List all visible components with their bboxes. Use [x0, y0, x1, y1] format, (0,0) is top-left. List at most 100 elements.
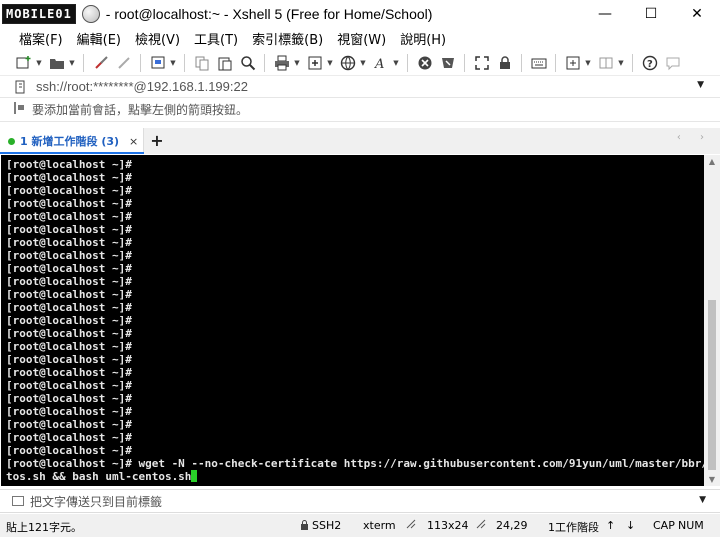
address-dropdown-icon[interactable]: ▼: [697, 80, 704, 90]
status-terminal-type: xterm: [363, 519, 396, 532]
help-icon[interactable]: ?: [641, 54, 658, 71]
font-dropdown-icon[interactable]: ▼: [392, 54, 400, 71]
toolbar-separator: [632, 53, 633, 72]
keyboard-icon[interactable]: [530, 54, 547, 71]
address-bar: ssh://root:********@192.168.1.199:22 ▼: [0, 76, 720, 98]
terminal-prompt-line: [root@localhost ~]#: [6, 262, 132, 275]
toolbar: ▼ ▼ ▼ ▼ ▼ ▼ A ▼ ▼ ▼ ?: [0, 50, 720, 76]
terminal-prompt-line: [root@localhost ~]#: [6, 327, 132, 340]
fullscreen-icon[interactable]: [473, 54, 490, 71]
open-folder-icon[interactable]: [48, 54, 65, 71]
download-arrow-icon: ↓: [626, 519, 636, 532]
transfer-dropdown-icon[interactable]: ▼: [326, 54, 334, 71]
connected-status-icon: [8, 137, 15, 145]
lock-screen-icon[interactable]: [496, 54, 513, 71]
session-hint-bar: 要添加當前會話，點擊左側的箭頭按鈕。: [0, 98, 720, 122]
logo-text: MOBILE01: [2, 4, 76, 24]
menu-tabs[interactable]: 索引標籤(B): [245, 29, 330, 48]
svg-text:?: ?: [647, 59, 653, 70]
terminal-prompt-line: [root@localhost ~]#: [6, 171, 132, 184]
terminal-prompt-line: [root@localhost ~]#: [6, 444, 132, 457]
properties-dropdown-icon[interactable]: ▼: [169, 54, 177, 71]
terminal-prompt-line: [root@localhost ~]#: [6, 236, 132, 249]
terminal-output[interactable]: [root@localhost ~]# [root@localhost ~]# [r…: [1, 155, 704, 486]
terminal-scrollbar[interactable]: ▲ ▼: [704, 155, 720, 486]
minimize-button[interactable]: —: [582, 0, 628, 28]
toolbar-separator: [83, 53, 84, 72]
scrollbar-thumb[interactable]: [708, 300, 716, 470]
find-icon[interactable]: [239, 54, 256, 71]
terminal-prompt-line: [root@localhost ~]#: [6, 405, 132, 418]
properties-icon[interactable]: [149, 54, 166, 71]
toolbar-separator: [407, 53, 408, 72]
print-icon[interactable]: [273, 54, 290, 71]
terminal-prompt-line: [root@localhost ~]#: [6, 275, 132, 288]
transfer-icon[interactable]: [306, 54, 323, 71]
address-icon: [14, 80, 28, 94]
terminal-prompt-line: [root@localhost ~]#: [6, 223, 132, 236]
copy-icon[interactable]: [193, 54, 210, 71]
font-icon[interactable]: A: [372, 54, 389, 71]
compose-input[interactable]: 把文字傳送只到目前標籤: [30, 493, 162, 510]
scroll-up-arrow-icon[interactable]: ▲: [704, 157, 720, 166]
menu-edit[interactable]: 編輯(E): [70, 29, 128, 48]
scroll-down-arrow-icon[interactable]: ▼: [704, 475, 720, 484]
compose-target-dropdown-icon[interactable]: ▼: [699, 495, 706, 505]
layout-icon[interactable]: [597, 54, 614, 71]
layout-dropdown-icon[interactable]: ▼: [617, 54, 625, 71]
terminal-prompt-line: [root@localhost ~]#: [6, 158, 132, 171]
new-session-dropdown-icon[interactable]: ▼: [35, 54, 43, 71]
globe-dropdown-icon[interactable]: ▼: [359, 54, 367, 71]
title-bar: MOBILE01 - root@localhost:~ - Xshell 5 (…: [0, 0, 720, 28]
chat-icon[interactable]: [664, 54, 681, 71]
menu-tools[interactable]: 工具(T): [187, 29, 245, 48]
open-dropdown-icon[interactable]: ▼: [68, 54, 76, 71]
maximize-button[interactable]: ☐: [628, 0, 674, 28]
tab-close-icon[interactable]: ×: [129, 135, 138, 148]
print-dropdown-icon[interactable]: ▼: [293, 54, 301, 71]
terminal-cursor: [191, 470, 198, 482]
tab-session-1[interactable]: 1 新增工作階段 (3) ×: [0, 128, 144, 154]
add-tab-button[interactable]: +: [148, 131, 166, 150]
xshell-app-icon: [81, 5, 100, 23]
terminal-prompt-line: [root@localhost ~]#: [6, 392, 132, 405]
close-button[interactable]: ✕: [674, 0, 720, 28]
compose-dropdown-icon[interactable]: ▼: [584, 54, 592, 71]
toolbar-separator: [464, 53, 465, 72]
status-bar: 貼上121字元。 SSH2 xterm 113x24 24,29 1工作階段 ↑…: [0, 514, 720, 537]
connect-icon[interactable]: [92, 54, 109, 71]
tab-scroll-arrows[interactable]: ‹ ›: [677, 132, 712, 143]
paste-icon[interactable]: [216, 54, 233, 71]
menu-window[interactable]: 視窗(W): [330, 29, 393, 48]
svg-text:A: A: [374, 57, 384, 71]
compose-bar-icon[interactable]: [564, 54, 581, 71]
bookmark-arrow-icon[interactable]: [14, 101, 28, 118]
toolbar-separator: [140, 53, 141, 72]
command-continuation: tos.sh && bash uml-centos.sh: [6, 470, 192, 483]
terminal-prompt-line: [root@localhost ~]#: [6, 431, 132, 444]
session-hint-text: 要添加當前會話，點擊左側的箭頭按鈕。: [32, 103, 249, 117]
terminal-command-line: [root@localhost ~]# wget -N --no-check-c…: [6, 457, 704, 470]
compose-icon: [12, 496, 24, 506]
tab-bar: 1 新增工作階段 (3) × + ‹ ›: [0, 128, 720, 154]
terminal-prompt-line: [root@localhost ~]#: [6, 288, 132, 301]
xmanager-icon[interactable]: [439, 54, 456, 71]
terminal-prompt-line: [root@localhost ~]#: [6, 197, 132, 210]
new-session-icon[interactable]: [15, 54, 32, 71]
globe-icon[interactable]: [339, 54, 356, 71]
menu-view[interactable]: 檢視(V): [128, 29, 187, 48]
status-size: 113x24: [427, 519, 469, 532]
terminal-prompt-line: [root@localhost ~]#: [6, 353, 132, 366]
status-cursor-position: 24,29: [496, 519, 528, 532]
window-title: - root@localhost:~ - Xshell 5 (Free for …: [105, 6, 433, 22]
address-input[interactable]: ssh://root:********@192.168.1.199:22: [36, 79, 248, 94]
menu-help[interactable]: 說明(H): [393, 29, 453, 48]
menu-file[interactable]: 檔案(F): [12, 29, 70, 48]
disconnect-icon[interactable]: [115, 54, 132, 71]
logo: MOBILE01: [2, 3, 100, 25]
terminal-prompt-line: [root@localhost ~]#: [6, 379, 132, 392]
upload-arrow-icon: ↑: [606, 519, 616, 532]
toolbar-separator: [264, 53, 265, 72]
xftp-icon[interactable]: [416, 54, 433, 71]
toolbar-separator: [184, 53, 185, 72]
